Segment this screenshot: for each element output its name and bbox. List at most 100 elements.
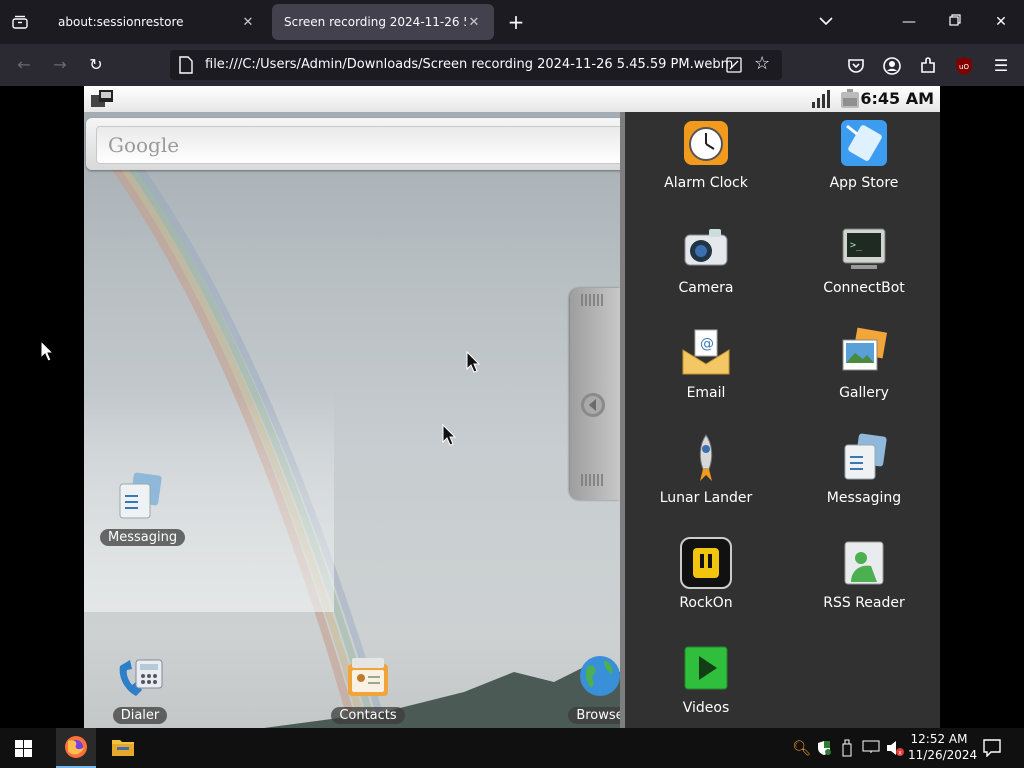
google-search-widget[interactable]: Google — [86, 118, 638, 170]
app-label: Alarm Clock — [664, 175, 748, 191]
rainbow-waterfall-wallpaper — [84, 149, 620, 728]
menu-button[interactable]: ☰ — [988, 53, 1014, 79]
app-label: Email — [686, 385, 726, 401]
account-icon[interactable] — [881, 55, 903, 77]
usb-device-icon[interactable] — [841, 739, 853, 757]
home-app-contacts[interactable]: Contacts — [328, 652, 408, 724]
close-window-button[interactable]: ✕ — [987, 8, 1015, 36]
grip-top — [581, 294, 605, 306]
volume-muted-icon[interactable]: x — [885, 739, 905, 757]
rocket-icon — [699, 434, 713, 481]
url-text[interactable]: file:///C:/Users/Admin/Downloads/Screen … — [205, 57, 733, 72]
tab-list-button[interactable] — [4, 7, 36, 37]
search-input[interactable]: Google — [96, 126, 638, 164]
home-app-messaging[interactable]: Messaging — [100, 472, 186, 546]
tab-close-icon[interactable]: ✕ — [240, 15, 256, 30]
arrow-left-icon: ← — [17, 55, 31, 74]
video-player[interactable]: 6:45 AM Google Messaging Dialer Contacts… — [84, 86, 940, 728]
reload-icon: ↻ — [89, 55, 103, 74]
app-label: Messaging — [826, 490, 902, 506]
restore-icon — [949, 14, 961, 26]
phone-icon — [119, 659, 163, 696]
home-app-dialer[interactable]: Dialer — [100, 652, 180, 724]
tab-close-icon[interactable]: ✕ — [466, 15, 482, 30]
app-store-icon — [841, 120, 887, 166]
terminal-icon: >_ — [842, 228, 886, 269]
app-rss-reader[interactable]: RSS Reader — [789, 536, 939, 611]
tab-screen-recording[interactable]: Screen recording 2024-11-26 5.45.5 ✕ — [272, 4, 494, 40]
app-label: RockOn — [679, 595, 733, 611]
app-email[interactable]: @ Email — [631, 326, 781, 401]
firefox-icon — [65, 736, 87, 758]
minimize-button[interactable]: — — [895, 8, 923, 36]
battery-icon — [841, 89, 859, 108]
url-bar[interactable]: file:///C:/Users/Admin/Downloads/Screen … — [170, 50, 782, 80]
app-videos[interactable]: Videos — [631, 641, 781, 716]
app-app-store[interactable]: App Store — [789, 116, 939, 191]
svg-text:>_: >_ — [850, 240, 863, 251]
app-label: ConnectBot — [823, 280, 905, 296]
tray-date: 11/26/2024 — [908, 748, 978, 762]
grip-bottom — [581, 474, 605, 486]
bookmark-star-icon[interactable]: ☆ — [754, 53, 770, 74]
svg-text:@: @ — [700, 336, 714, 352]
extensions-icon[interactable] — [917, 55, 939, 77]
app-rockon[interactable]: RockOn — [631, 536, 781, 611]
home-screen: Google Messaging Dialer Contacts Browse — [84, 112, 638, 728]
defender-shield-icon[interactable] — [816, 740, 832, 756]
arrow-right-icon: → — [53, 55, 67, 74]
search-icon[interactable]: 🔍︎ — [792, 739, 811, 757]
reload-button[interactable]: ↻ — [83, 52, 109, 78]
app-connectbot[interactable]: >_ ConnectBot — [789, 221, 939, 296]
tab-label: Screen recording 2024-11-26 5.45.5 — [284, 15, 466, 29]
signal-strength-icon — [812, 90, 830, 108]
app-label: Messaging — [100, 529, 186, 546]
app-drawer-handle[interactable] — [570, 288, 620, 500]
new-tab-button[interactable]: + — [504, 10, 528, 34]
app-label: Gallery — [839, 385, 889, 401]
page-icon — [179, 56, 193, 74]
app-alarm-clock[interactable]: Alarm Clock — [631, 116, 781, 191]
app-label: Lunar Lander — [659, 490, 753, 506]
email-icon: @ — [682, 329, 730, 375]
list-all-tabs-button[interactable] — [812, 8, 840, 36]
app-label: RSS Reader — [823, 595, 905, 611]
folder-icon — [112, 740, 134, 756]
notification-center-icon[interactable] — [983, 739, 1001, 757]
taskbar-file-explorer[interactable] — [103, 728, 143, 768]
tab-sessionrestore[interactable]: about:sessionrestore ✕ — [46, 4, 268, 40]
app-lunar-lander[interactable]: Lunar Lander — [631, 431, 781, 506]
windows-start-icon[interactable] — [15, 740, 32, 757]
camera-icon — [684, 229, 728, 266]
ublock-origin-icon[interactable]: uO — [953, 55, 975, 77]
app-gallery[interactable]: Gallery — [789, 326, 939, 401]
app-label: App Store — [829, 175, 899, 191]
gallery-icon — [842, 327, 888, 371]
tray-clock[interactable]: 12:52 AM 11/26/2024 — [908, 731, 978, 763]
app-label: Contacts — [331, 707, 405, 724]
app-drawer: Alarm Clock App Store Camera >_ ConnectB… — [620, 112, 940, 728]
forward-button[interactable]: → — [47, 52, 73, 78]
rockon-icon — [680, 537, 732, 589]
reader-view-icon[interactable] — [726, 57, 742, 73]
app-camera[interactable]: Camera — [631, 221, 781, 296]
svg-text:x: x — [898, 750, 902, 757]
tray-time: 12:52 AM — [910, 732, 968, 746]
globe-icon — [580, 656, 620, 696]
app-messaging[interactable]: Messaging — [789, 431, 939, 506]
status-time: 6:45 AM — [860, 89, 934, 108]
hamburger-menu-icon: ☰ — [993, 56, 1009, 75]
mouse-cursor-icon — [40, 340, 54, 362]
minimize-icon: — — [902, 14, 916, 30]
network-icon[interactable] — [862, 740, 880, 754]
tab-label: about:sessionrestore — [58, 15, 184, 29]
alarm-clock-icon — [684, 121, 728, 165]
app-label: Videos — [682, 700, 730, 716]
messaging-icon — [844, 433, 887, 480]
pocket-icon[interactable] — [845, 55, 867, 77]
rss-reader-icon — [844, 541, 884, 585]
taskbar-firefox[interactable] — [56, 728, 96, 768]
tab-strip: about:sessionrestore ✕ Screen recording … — [0, 0, 1024, 44]
restore-button[interactable] — [941, 8, 969, 36]
back-button[interactable]: ← — [11, 52, 37, 78]
